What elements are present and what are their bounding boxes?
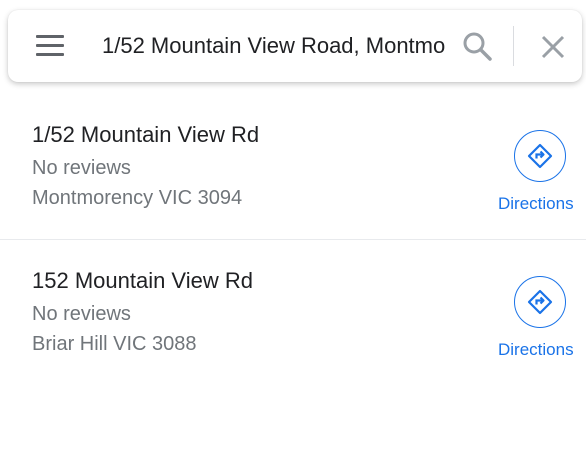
close-icon[interactable]: [538, 32, 568, 62]
search-divider: [513, 26, 514, 66]
search-bar: [8, 10, 582, 82]
directions-button[interactable]: Directions: [490, 130, 586, 218]
search-input[interactable]: [102, 30, 446, 62]
result-reviews: No reviews: [32, 157, 131, 179]
directions-icon[interactable]: [514, 276, 566, 328]
result-item[interactable]: 152 Mountain View Rd No reviews Briar Hi…: [0, 240, 586, 385]
result-title: 152 Mountain View Rd: [32, 268, 253, 293]
result-title: 1/52 Mountain View Rd: [32, 122, 260, 147]
result-address: Montmorency VIC 3094: [32, 187, 243, 209]
result-reviews: No reviews: [32, 303, 131, 325]
directions-icon[interactable]: [514, 130, 566, 182]
search-icon[interactable]: [461, 30, 493, 62]
menu-icon[interactable]: [36, 35, 64, 57]
result-address: Briar Hill VIC 3088: [32, 333, 197, 355]
directions-button[interactable]: Directions: [490, 276, 586, 364]
directions-label[interactable]: Directions: [498, 194, 574, 214]
results-list: 1/52 Mountain View Rd No reviews Montmor…: [0, 90, 586, 385]
result-item[interactable]: 1/52 Mountain View Rd No reviews Montmor…: [0, 90, 586, 240]
directions-label[interactable]: Directions: [498, 340, 574, 360]
